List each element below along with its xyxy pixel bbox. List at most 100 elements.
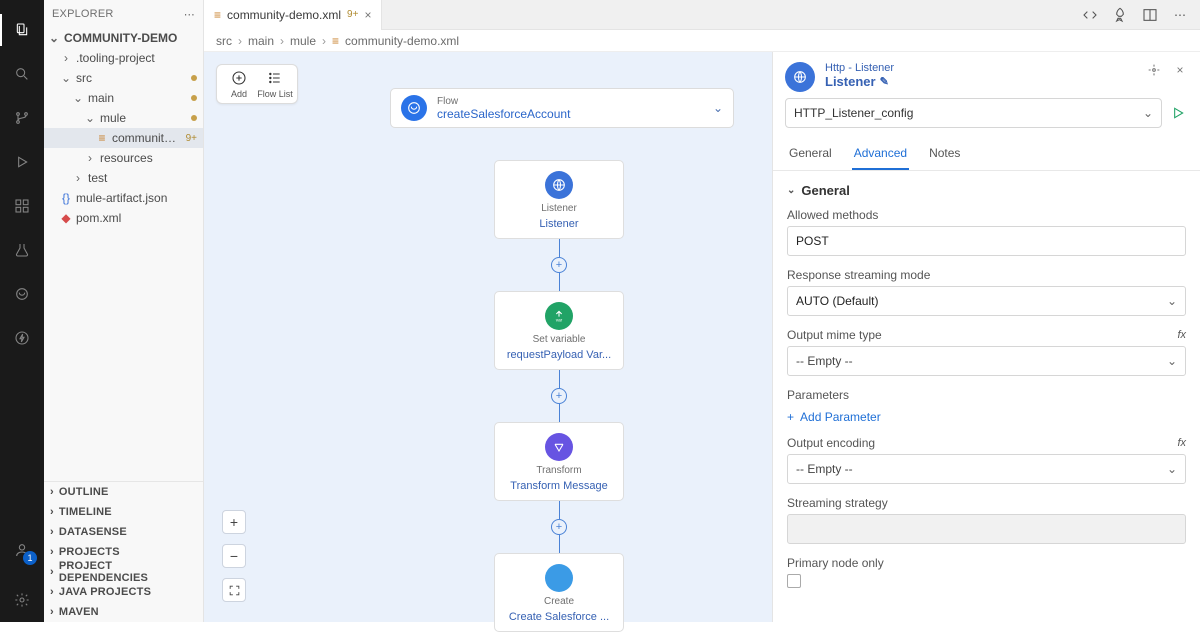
rocket-icon[interactable]: [1110, 5, 1130, 25]
activity-search-icon[interactable]: [0, 52, 44, 96]
chevron-right-icon: ›: [50, 566, 54, 578]
tab-community-demo[interactable]: ≡ community-demo.xml 9+ ×: [204, 0, 382, 30]
activity-branch-icon[interactable]: [0, 96, 44, 140]
properties-body: ⌄ General Allowed methods POST Response …: [773, 171, 1200, 622]
tab-notes[interactable]: Notes: [927, 138, 962, 170]
zoom-fit-button[interactable]: [222, 578, 246, 602]
more-icon[interactable]: ⋯: [1170, 5, 1190, 25]
field-label: Primary node only: [787, 556, 884, 570]
flow-node[interactable]: varSet variablerequestPayload Var...: [494, 291, 624, 370]
allowed-methods-input[interactable]: POST: [787, 226, 1186, 256]
activity-explorer-icon[interactable]: [0, 8, 44, 52]
chevron-down-icon[interactable]: ⌄: [713, 101, 723, 115]
tab-general[interactable]: General: [787, 138, 834, 170]
flow-canvas[interactable]: Add Flow List Flow createSalesforceAccou…: [204, 52, 772, 622]
tree-item-label: src: [76, 71, 183, 85]
tree-chevron-icon: ≡: [96, 131, 108, 145]
activity-extensions-icon[interactable]: [0, 184, 44, 228]
tree-chevron-icon: ⌄: [84, 111, 96, 125]
split-icon[interactable]: [1140, 5, 1160, 25]
response-streaming-select[interactable]: AUTO (Default)⌄: [787, 286, 1186, 316]
section-java-projects[interactable]: ›Java Projects: [44, 582, 203, 602]
tree-item-label: mule: [100, 111, 183, 125]
chevron-down-icon: ⌄: [48, 31, 60, 45]
field-label: Output mime type: [787, 328, 882, 342]
crumb[interactable]: mule: [290, 34, 316, 48]
config-select[interactable]: HTTP_Listener_config ⌄: [785, 98, 1162, 128]
tree-item-label: pom.xml: [76, 211, 197, 225]
toolbox-flowlist-button[interactable]: Flow List: [257, 69, 293, 99]
code-view-icon[interactable]: [1080, 5, 1100, 25]
component-type: Http - Listener: [825, 62, 894, 74]
flow-node[interactable]: ListenerListener: [494, 160, 624, 239]
select-value: -- Empty --: [796, 354, 853, 368]
output-encoding-select[interactable]: -- Empty --⌄: [787, 454, 1186, 484]
tree-item[interactable]: ›.tooling-project: [44, 48, 203, 68]
section-maven[interactable]: ›Maven: [44, 602, 203, 622]
streaming-strategy-input[interactable]: [787, 514, 1186, 544]
activity-mule-icon[interactable]: [0, 272, 44, 316]
tree-item-label: test: [88, 171, 197, 185]
target-icon[interactable]: [1146, 62, 1162, 78]
activity-run-icon[interactable]: [0, 140, 44, 184]
section-general[interactable]: ⌄ General: [787, 183, 1186, 198]
output-mime-select[interactable]: -- Empty -- ⌄: [787, 346, 1186, 376]
crumb[interactable]: community-demo.xml: [345, 34, 459, 48]
section-label: Outline: [59, 486, 109, 498]
tree-item-label: mule-artifact.json: [76, 191, 197, 205]
activity-account-icon[interactable]: 1: [0, 528, 44, 572]
flow-nodes: ListenerListener+varSet variablerequestP…: [494, 160, 624, 632]
crumb[interactable]: src: [216, 34, 232, 48]
workspace-root[interactable]: ⌄ Community-Demo: [44, 28, 203, 48]
close-icon[interactable]: ×: [1172, 62, 1188, 78]
primary-node-checkbox[interactable]: [787, 574, 801, 588]
edit-icon[interactable]: ✎: [880, 75, 889, 88]
section-projects[interactable]: ›Projects: [44, 542, 203, 562]
node-type: Set variable: [533, 334, 586, 345]
tab-advanced[interactable]: Advanced: [852, 138, 909, 170]
add-parameter-label: Add Parameter: [800, 410, 881, 424]
activity-bolt-icon[interactable]: [0, 316, 44, 360]
add-node-button[interactable]: +: [551, 519, 567, 535]
tree-item[interactable]: ⌄ mule: [44, 108, 203, 128]
add-node-button[interactable]: +: [551, 388, 567, 404]
flow-header[interactable]: Flow createSalesforceAccount ⌄: [390, 88, 734, 128]
section-project-dependencies[interactable]: ›Project Dependencies: [44, 562, 203, 582]
section-timeline[interactable]: ›Timeline: [44, 502, 203, 522]
tree-item[interactable]: ◆pom.xml: [44, 208, 203, 228]
breadcrumb[interactable]: src› main› mule› ≡ community-demo.xml: [204, 30, 1200, 52]
activity-settings-icon[interactable]: [0, 578, 44, 622]
activity-test-icon[interactable]: [0, 228, 44, 272]
zoom-in-button[interactable]: +: [222, 510, 246, 534]
tree-item-label: resources: [100, 151, 197, 165]
tree-item[interactable]: ⌄src: [44, 68, 203, 88]
tree-item[interactable]: ›test: [44, 168, 203, 188]
modified-dot-icon: [191, 95, 197, 101]
toolbox-flowlist-label: Flow List: [257, 89, 293, 99]
tree-chevron-icon: ›: [84, 151, 96, 165]
crumb[interactable]: main: [248, 34, 274, 48]
svg-text:var: var: [556, 317, 563, 322]
tree-item[interactable]: ⌄main: [44, 88, 203, 108]
fx-button[interactable]: fx: [1177, 329, 1186, 341]
close-icon[interactable]: ×: [364, 8, 371, 22]
flow-node[interactable]: CreateCreate Salesforce ...: [494, 553, 624, 632]
add-node-button[interactable]: +: [551, 257, 567, 273]
fx-button[interactable]: fx: [1177, 437, 1186, 449]
toolbox-add-label: Add: [231, 89, 247, 99]
field-label: Allowed methods: [787, 208, 878, 222]
zoom-out-button[interactable]: −: [222, 544, 246, 568]
chevron-down-icon: ⌄: [1167, 354, 1177, 368]
tree-item[interactable]: {}mule-artifact.json: [44, 188, 203, 208]
modified-dot-icon: [191, 115, 197, 121]
tree-item[interactable]: › resources: [44, 148, 203, 168]
toolbox-add-button[interactable]: Add: [221, 69, 257, 99]
tree-item[interactable]: ≡community-...9+: [44, 128, 203, 148]
add-parameter-button[interactable]: +Add Parameter: [787, 410, 881, 424]
more-icon[interactable]: ⋯: [184, 8, 195, 21]
chevron-right-icon: ›: [50, 586, 54, 598]
flow-node[interactable]: TransformTransform Message: [494, 422, 624, 501]
section-outline[interactable]: ›Outline: [44, 482, 203, 502]
test-connection-button[interactable]: [1168, 103, 1188, 123]
section-datasense[interactable]: ›DataSense: [44, 522, 203, 542]
